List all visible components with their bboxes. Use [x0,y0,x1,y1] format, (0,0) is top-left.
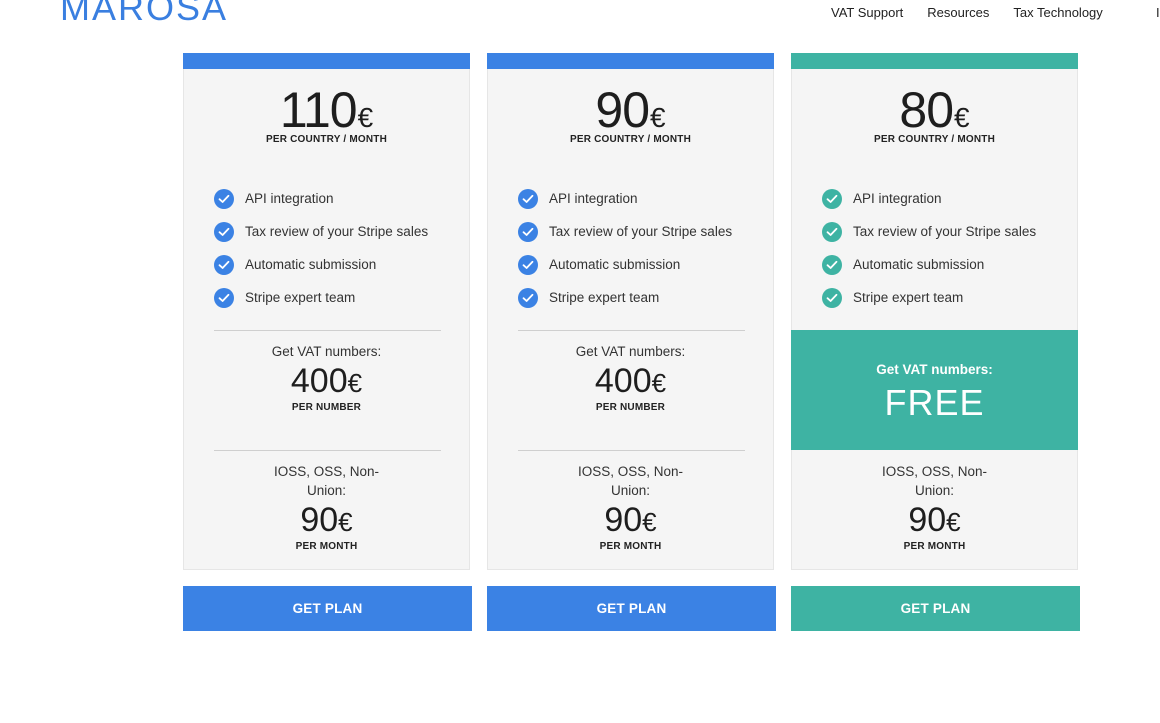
feature-list: API integration Tax review of your Strip… [518,182,732,314]
feature-item: API integration [214,182,428,215]
check-icon [214,221,234,242]
vat-numbers-unit: PER NUMBER [291,402,362,413]
feature-item: Tax review of your Stripe sales [822,215,1036,248]
ioss-label: IOSS, OSS, Non-Union: [273,464,380,498]
feature-item: Stripe expert team [518,281,732,314]
feature-item: Stripe expert team [214,281,428,314]
get-plan-button[interactable]: GET PLAN [487,586,776,631]
logo-text: MAROSA [60,0,229,28]
nav-vat-support[interactable]: VAT Support [831,4,903,22]
plan-price-unit: PER COUNTRY / MONTH [569,134,692,145]
nav-item-cut-off[interactable]: I [1156,4,1160,22]
plan-card-1: 110€ PER COUNTRY / MONTH API integration… [183,53,470,570]
divider [518,330,745,331]
feature-list: API integration Tax review of your Strip… [822,182,1036,314]
check-icon [214,287,234,308]
feature-item: Tax review of your Stripe sales [214,215,428,248]
check-icon [822,188,842,209]
vat-numbers-label: Get VAT numbers: [575,344,686,359]
check-icon [822,221,842,242]
feature-item: Automatic submission [214,248,428,281]
get-plan-button[interactable]: GET PLAN [183,586,472,631]
check-icon [518,188,538,209]
vat-numbers-price: 400€ [594,362,667,400]
ioss-label: IOSS, OSS, Non-Union: [881,464,988,498]
vat-numbers-label: Get VAT numbers: [876,362,993,377]
get-plan-button[interactable]: GET PLAN [791,586,1080,631]
card-accent-bar [487,53,774,69]
main-nav: VAT Support Resources Tax Technology [831,4,1127,22]
vat-numbers-free: FREE [884,382,985,423]
feature-item: Stripe expert team [822,281,1036,314]
ioss-block: IOSS, OSS, Non-Union: 90€ PER MONTH [184,462,469,552]
ioss-price: 90€ [604,501,657,539]
card-accent-bar [791,53,1078,69]
nav-resources[interactable]: Resources [927,4,989,22]
feature-item: API integration [822,182,1036,215]
vat-numbers-price: 400€ [290,362,363,400]
ioss-label: IOSS, OSS, Non-Union: [577,464,684,498]
divider [518,450,745,451]
check-icon [214,188,234,209]
ioss-unit: PER MONTH [599,541,662,552]
feature-item: API integration [518,182,732,215]
check-icon [822,254,842,275]
free-vat-numbers-box: Get VAT numbers: FREE [791,330,1078,450]
ioss-unit: PER MONTH [903,541,966,552]
feature-list: API integration Tax review of your Strip… [214,182,428,314]
site-header: MAROSA VAT Support Resources Tax Technol… [0,0,1160,40]
vat-numbers-block: Get VAT numbers: 400€ PER NUMBER [184,342,469,413]
nav-tax-technology[interactable]: Tax Technology [1013,4,1102,22]
card-accent-bar [183,53,470,69]
plan-price-unit: PER COUNTRY / MONTH [265,134,388,145]
divider [214,330,441,331]
feature-item: Tax review of your Stripe sales [518,215,732,248]
check-icon [822,287,842,308]
divider [214,450,441,451]
vat-numbers-label: Get VAT numbers: [271,344,382,359]
check-icon [518,254,538,275]
logo[interactable]: MAROSA [60,0,228,28]
plan-card-3: 80€ PER COUNTRY / MONTH API integration … [791,53,1078,570]
check-icon [518,221,538,242]
ioss-price: 90€ [908,501,961,539]
ioss-unit: PER MONTH [295,541,358,552]
ioss-block: IOSS, OSS, Non-Union: 90€ PER MONTH [488,462,773,552]
check-icon [214,254,234,275]
plan-price-unit: PER COUNTRY / MONTH [873,134,996,145]
feature-item: Automatic submission [518,248,732,281]
plan-card-2: 90€ PER COUNTRY / MONTH API integration … [487,53,774,570]
feature-item: Automatic submission [822,248,1036,281]
ioss-price: 90€ [300,501,353,539]
vat-numbers-unit: PER NUMBER [595,402,666,413]
ioss-block: IOSS, OSS, Non-Union: 90€ PER MONTH [792,462,1077,552]
check-icon [518,287,538,308]
vat-numbers-block: Get VAT numbers: 400€ PER NUMBER [488,342,773,413]
